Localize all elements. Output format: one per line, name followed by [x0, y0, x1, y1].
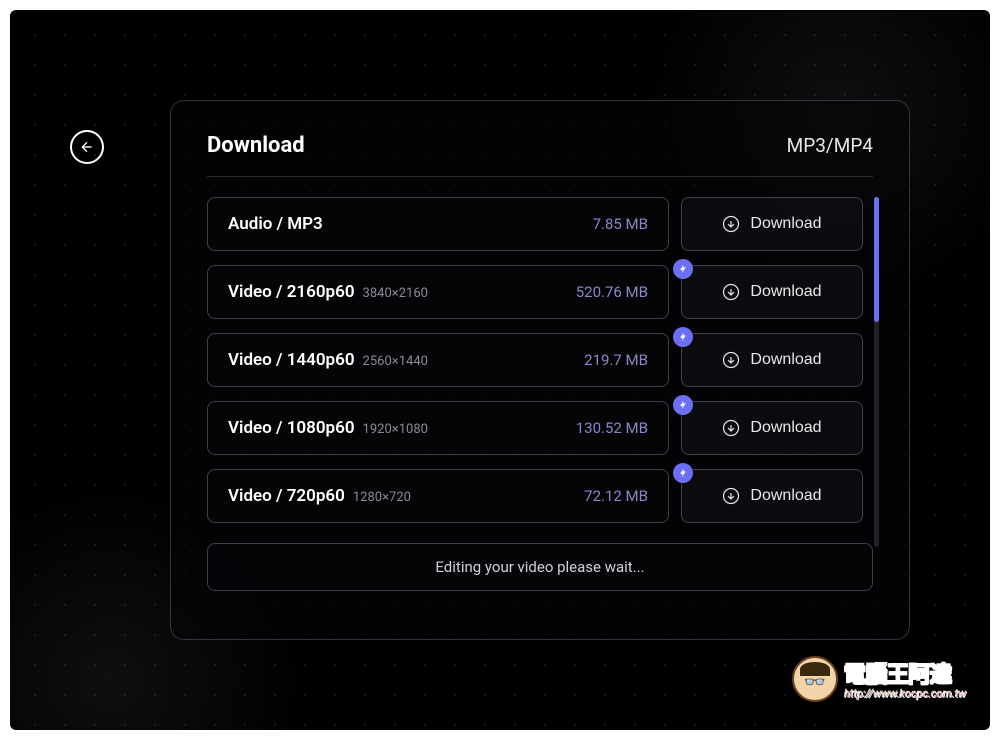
- format-title: Video / 720p60: [228, 486, 345, 506]
- list-item: Video / 1440p60 2560×1440 219.7 MB: [207, 333, 863, 387]
- lightning-icon: [678, 332, 688, 342]
- file-size: 130.52 MB: [576, 419, 648, 437]
- download-label: Download: [750, 419, 821, 437]
- file-size: 219.7 MB: [584, 351, 648, 369]
- app-frame: Download MP3/MP4 Audio / MP3 7.85 MB: [10, 10, 990, 730]
- watermark-url: http://www.kocpc.com.tw: [844, 687, 966, 700]
- file-size: 72.12 MB: [584, 487, 648, 505]
- list-item: Video / 1080p60 1920×1080 130.52 MB: [207, 401, 863, 455]
- premium-badge: [673, 327, 693, 347]
- back-button[interactable]: [70, 130, 104, 164]
- format-resolution: 3840×2160: [363, 286, 428, 301]
- modal-title: Download: [207, 133, 305, 158]
- download-icon: [722, 283, 740, 301]
- download-button[interactable]: Download: [681, 333, 863, 387]
- download-button[interactable]: Download: [681, 265, 863, 319]
- premium-badge: [673, 259, 693, 279]
- watermark: 電腦王阿達 http://www.kocpc.com.tw: [792, 656, 966, 702]
- lightning-icon: [678, 400, 688, 410]
- format-resolution: 1920×1080: [363, 422, 428, 437]
- download-button[interactable]: Download: [681, 401, 863, 455]
- download-modal: Download MP3/MP4 Audio / MP3 7.85 MB: [170, 100, 910, 640]
- file-size: 520.76 MB: [576, 283, 648, 301]
- download-label: Download: [750, 487, 821, 505]
- download-list: Audio / MP3 7.85 MB Download: [207, 197, 873, 523]
- lightning-icon: [678, 264, 688, 274]
- premium-badge: [673, 395, 693, 415]
- arrow-left-icon: [79, 139, 95, 155]
- format-title: Video / 2160p60: [228, 282, 355, 302]
- lightning-icon: [678, 468, 688, 478]
- download-label: Download: [750, 283, 821, 301]
- format-info: Audio / MP3 7.85 MB: [207, 197, 669, 251]
- premium-badge: [673, 463, 693, 483]
- format-title: Video / 1440p60: [228, 350, 355, 370]
- format-title: Video / 1080p60: [228, 418, 355, 438]
- format-info: Video / 720p60 1280×720 72.12 MB: [207, 469, 669, 523]
- scrollbar-thumb[interactable]: [874, 197, 879, 322]
- download-button[interactable]: Download: [681, 469, 863, 523]
- format-info: Video / 1080p60 1920×1080 130.52 MB: [207, 401, 669, 455]
- modal-header: Download MP3/MP4: [207, 133, 873, 177]
- list-item: Video / 720p60 1280×720 72.12 MB: [207, 469, 863, 523]
- format-info: Video / 1440p60 2560×1440 219.7 MB: [207, 333, 669, 387]
- watermark-title: 電腦王阿達: [844, 657, 966, 689]
- scrollbar[interactable]: [874, 197, 879, 547]
- download-button[interactable]: Download: [681, 197, 863, 251]
- download-label: Download: [750, 351, 821, 369]
- format-resolution: 2560×1440: [363, 354, 428, 369]
- file-size: 7.85 MB: [593, 215, 648, 233]
- format-label: MP3/MP4: [787, 134, 873, 157]
- format-title: Audio / MP3: [228, 214, 323, 234]
- download-label: Download: [750, 215, 821, 233]
- download-icon: [722, 351, 740, 369]
- watermark-avatar: [792, 656, 838, 702]
- list-item: Audio / MP3 7.85 MB Download: [207, 197, 863, 251]
- download-icon: [722, 419, 740, 437]
- status-message: Editing your video please wait...: [207, 543, 873, 591]
- format-info: Video / 2160p60 3840×2160 520.76 MB: [207, 265, 669, 319]
- list-item: Video / 2160p60 3840×2160 520.76 MB: [207, 265, 863, 319]
- format-resolution: 1280×720: [353, 490, 411, 505]
- download-icon: [722, 487, 740, 505]
- download-icon: [722, 215, 740, 233]
